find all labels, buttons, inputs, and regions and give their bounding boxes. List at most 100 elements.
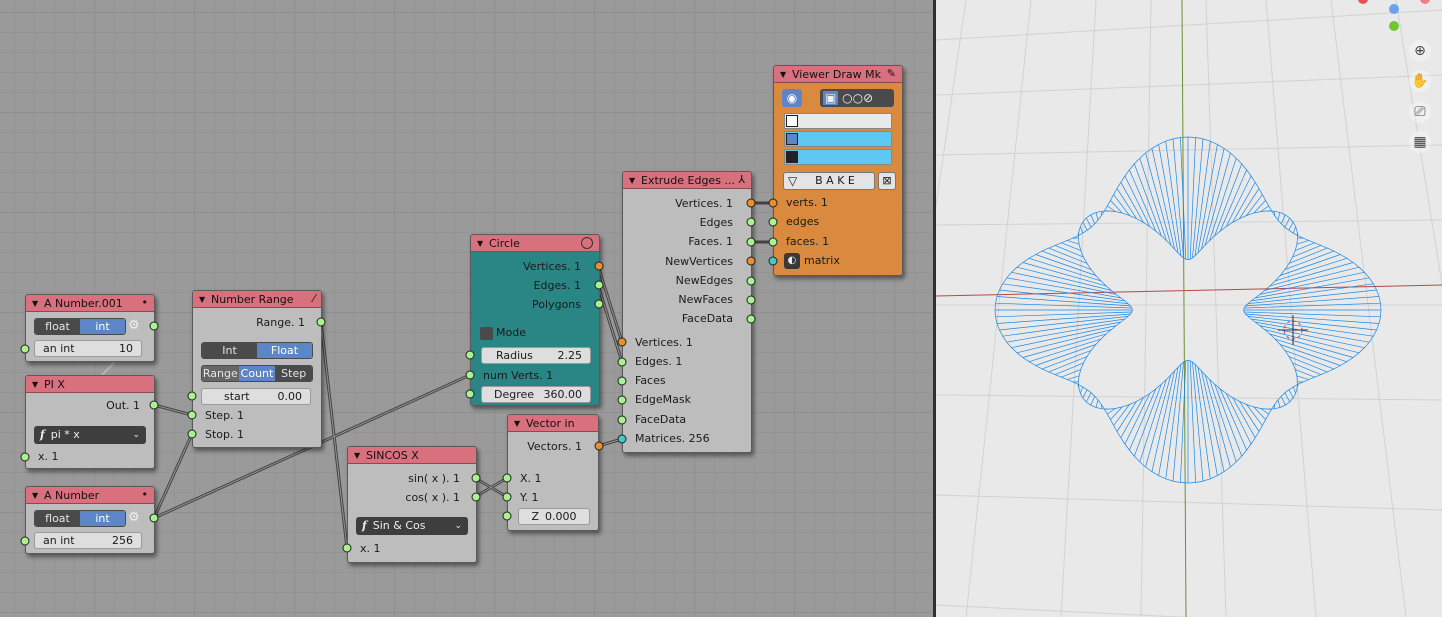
circle-outline-icon bbox=[581, 237, 593, 249]
collapse-triangle-icon[interactable]: ▼ bbox=[477, 235, 483, 251]
input-label: num Verts. 1 bbox=[483, 369, 554, 382]
display-mode-toggle[interactable]: ▣ ○○⊘ bbox=[820, 89, 894, 107]
collapse-triangle-icon[interactable]: ▼ bbox=[354, 447, 360, 463]
range-mode-toggle[interactable]: Range Count Step bbox=[201, 365, 313, 382]
function-dropdown[interactable]: f Sin & Cos ⌄ bbox=[356, 517, 468, 535]
node-header[interactable]: ▼ Vector in bbox=[508, 415, 598, 432]
3d-viewport[interactable]: ⊕ ✋ ⎚ ▦ bbox=[936, 0, 1442, 617]
int-value-field[interactable]: an int 256 bbox=[34, 532, 142, 549]
node-extrude-edges[interactable]: ▼ Extrude Edges ... ⅄ Vertices. 1 Edges … bbox=[622, 171, 752, 453]
collapse-triangle-icon[interactable]: ▼ bbox=[199, 291, 205, 307]
range-type-toggle[interactable]: Int Float bbox=[201, 342, 313, 359]
bake-button[interactable]: ▽ B A K E bbox=[783, 172, 875, 190]
input-label: Matrices. 256 bbox=[635, 432, 710, 445]
function-icon: f bbox=[362, 519, 367, 532]
collapse-triangle-icon[interactable]: ▼ bbox=[629, 172, 635, 188]
input-label: Step. 1 bbox=[205, 409, 245, 422]
circle-icon[interactable]: ○ bbox=[853, 91, 863, 105]
hand-icon[interactable]: ✋ bbox=[1409, 70, 1431, 92]
node-header[interactable]: ▼ SINCOS X bbox=[348, 447, 476, 464]
mode-count-option[interactable]: Count bbox=[238, 366, 276, 381]
mode-float-option[interactable]: float bbox=[35, 319, 80, 334]
vertex-toggle-icon[interactable] bbox=[786, 115, 798, 127]
field-label: Radius bbox=[496, 349, 533, 362]
output-label: NewFaces bbox=[678, 293, 733, 306]
cube-icon[interactable]: ▣ bbox=[823, 91, 839, 105]
node-header[interactable]: ▼ A Number • bbox=[26, 487, 154, 504]
edge-toggle-icon[interactable] bbox=[786, 133, 798, 145]
type-int-option[interactable]: Int bbox=[202, 343, 257, 358]
face-toggle-icon[interactable] bbox=[786, 151, 798, 163]
input-label: edges bbox=[786, 215, 820, 228]
mode-step-option[interactable]: Step bbox=[275, 366, 312, 381]
circle-icon[interactable]: ○ bbox=[838, 91, 852, 105]
input-label: Faces bbox=[635, 374, 666, 387]
grid-icon[interactable]: ▦ bbox=[1409, 131, 1431, 153]
node-header[interactable]: ▼ Viewer Draw Mk ✎ bbox=[774, 66, 902, 83]
collapse-triangle-icon[interactable]: ▼ bbox=[32, 487, 38, 503]
collapse-triangle-icon[interactable]: ▼ bbox=[780, 66, 786, 82]
node-a-number-001[interactable]: ▼ A Number.001 • float int ⚙ an int 10 bbox=[25, 294, 155, 362]
collapse-triangle-icon[interactable]: ▼ bbox=[32, 376, 38, 392]
eye-icon[interactable]: ◉ bbox=[782, 89, 802, 107]
node-header[interactable]: ▼ Number Range ⁄ bbox=[193, 291, 321, 308]
type-float-option[interactable]: Float bbox=[257, 343, 312, 358]
gear-icon[interactable]: ⚙ bbox=[128, 318, 140, 333]
input-label: X. 1 bbox=[520, 472, 542, 485]
output-label: Vertices. 1 bbox=[675, 197, 733, 210]
node-editor[interactable]: ▼ A Number.001 • float int ⚙ an int 10 ▼… bbox=[0, 0, 933, 617]
node-pi-x[interactable]: ▼ PI X Out. 1 f pi * x ⌄ x. 1 bbox=[25, 375, 155, 469]
function-dropdown[interactable]: f pi * x ⌄ bbox=[34, 426, 146, 444]
node-header[interactable]: ▼ PI X bbox=[26, 376, 154, 393]
mode-int-option[interactable]: int bbox=[80, 511, 125, 526]
node-title: SINCOS X bbox=[366, 449, 419, 462]
node-header[interactable]: ▼ Extrude Edges ... ⅄ bbox=[623, 172, 751, 189]
node-sincos-x[interactable]: ▼ SINCOS X sin( x ). 1 cos( x ). 1 f Sin … bbox=[347, 446, 477, 563]
input-label: Y. 1 bbox=[520, 491, 539, 504]
gizmo-y-neg-dot[interactable] bbox=[1389, 21, 1399, 31]
collapse-triangle-icon[interactable]: ▼ bbox=[514, 415, 520, 431]
input-label: faces. 1 bbox=[786, 235, 830, 248]
input-label: x. 1 bbox=[38, 450, 59, 463]
node-vector-in[interactable]: ▼ Vector in Vectors. 1 X. 1 Y. 1 Z 0.000 bbox=[507, 414, 599, 531]
mode-checkbox[interactable] bbox=[480, 327, 493, 340]
gear-icon[interactable]: ⚙ bbox=[128, 510, 140, 525]
zoom-icon[interactable]: ⊕ bbox=[1409, 40, 1431, 62]
field-label: Z bbox=[531, 510, 540, 523]
slash-icon: ⁄ bbox=[313, 292, 315, 305]
camera-icon[interactable]: ⎚ bbox=[1409, 101, 1431, 123]
fullscreen-icon[interactable]: ⊠ bbox=[878, 172, 896, 190]
number-mode-toggle[interactable]: float int bbox=[34, 318, 126, 335]
input-label: x. 1 bbox=[360, 542, 381, 555]
rotate-icon[interactable]: ⊘ bbox=[863, 91, 873, 105]
node-header[interactable]: ▼ A Number.001 • bbox=[26, 295, 154, 312]
output-label: Range. 1 bbox=[256, 316, 305, 329]
face-color-swatch[interactable] bbox=[784, 149, 892, 165]
node-viewer-draw[interactable]: ▼ Viewer Draw Mk ✎ ◉ ▣ ○○⊘ ▽ B A K E ⊠ v… bbox=[773, 65, 903, 276]
edge-color-swatch[interactable] bbox=[784, 131, 892, 147]
matrix-icon: ◐ bbox=[784, 253, 800, 269]
chevron-down-icon: ⌄ bbox=[454, 521, 462, 531]
number-mode-toggle[interactable]: float int bbox=[34, 510, 126, 527]
gizmo-z-dot[interactable] bbox=[1389, 4, 1399, 14]
z-field[interactable]: Z 0.000 bbox=[518, 508, 590, 525]
collapse-triangle-icon[interactable]: ▼ bbox=[32, 295, 38, 311]
node-a-number[interactable]: ▼ A Number • float int ⚙ an int 256 bbox=[25, 486, 155, 554]
node-number-range[interactable]: ▼ Number Range ⁄ Range. 1 Int Float Rang… bbox=[192, 290, 322, 448]
int-value-field[interactable]: an int 10 bbox=[34, 340, 142, 357]
radius-field[interactable]: Radius 2.25 bbox=[481, 347, 591, 364]
node-header[interactable]: ▼ Circle bbox=[471, 235, 599, 252]
y-axis-line bbox=[1181, 0, 1187, 617]
pencil-icon[interactable]: ✎ bbox=[887, 68, 896, 80]
vertex-color-swatch[interactable] bbox=[784, 113, 892, 129]
mode-range-option[interactable]: Range bbox=[202, 366, 239, 381]
degree-field[interactable]: Degree 360.00 bbox=[481, 386, 591, 403]
field-label: start bbox=[224, 390, 250, 403]
function-value: Sin & Cos bbox=[372, 519, 426, 532]
mode-float-option[interactable]: float bbox=[35, 511, 80, 526]
start-field[interactable]: start 0.00 bbox=[201, 388, 311, 405]
node-circle[interactable]: ▼ Circle Vertices. 1 Edges. 1 Polygons M… bbox=[470, 234, 600, 406]
mode-int-option[interactable]: int bbox=[80, 319, 125, 334]
output-label: cos( x ). 1 bbox=[405, 491, 460, 504]
input-label: FaceData bbox=[635, 413, 687, 426]
